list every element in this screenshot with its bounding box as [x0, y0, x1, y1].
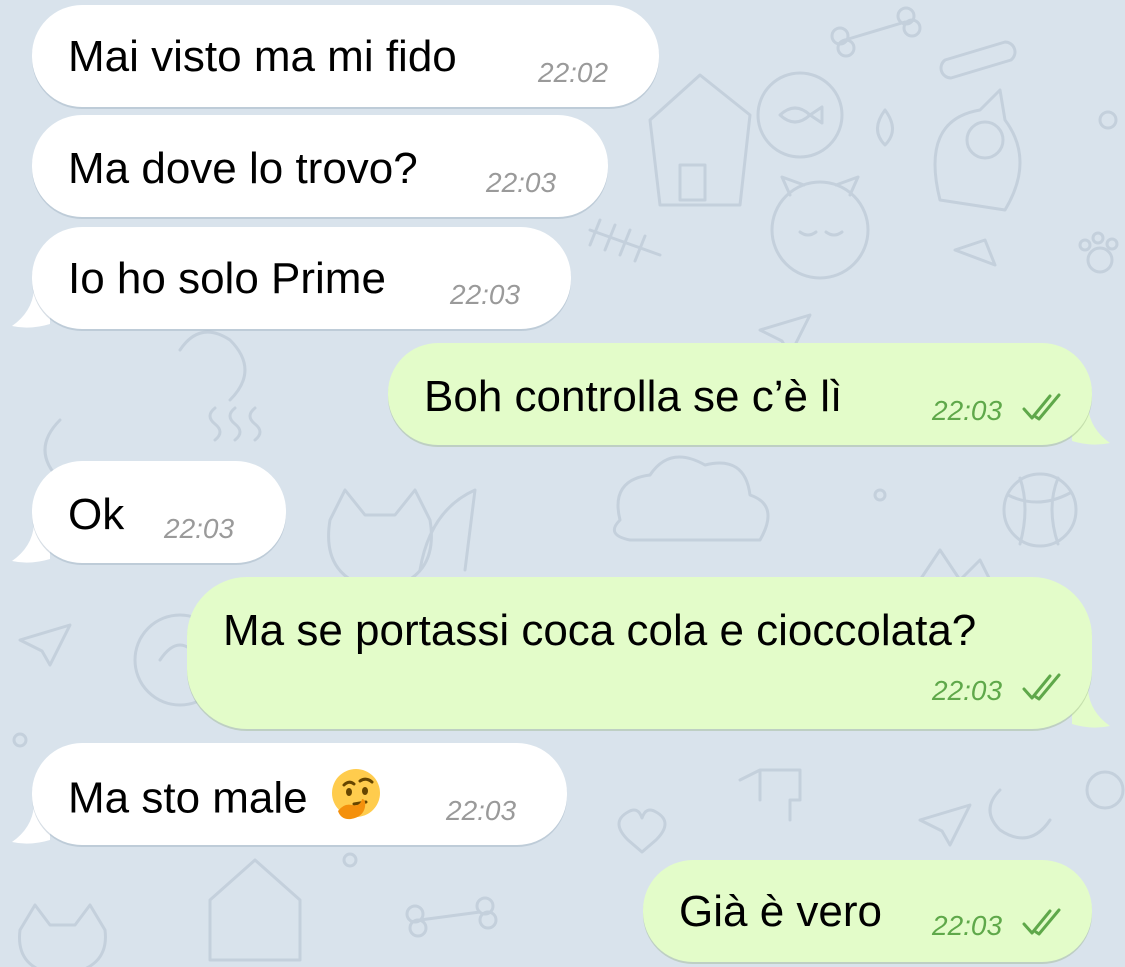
message-bubble-outgoing[interactable]: Ma se portassi coca cola e cioccolata? 2…	[187, 577, 1092, 729]
message-time: 22:03	[932, 395, 1003, 426]
message-time: 22:03	[932, 675, 1003, 706]
message-bubble-incoming[interactable]: Ma sto male 22:03	[32, 743, 567, 845]
message-time: 22:03	[450, 279, 521, 310]
message-text: Ma se portassi coca cola e cioccolata?	[223, 606, 977, 655]
message-time: 22:03	[446, 795, 517, 826]
thinking-face-emoji	[331, 769, 380, 820]
message-bubble-incoming[interactable]: Ok 22:03	[32, 461, 286, 563]
message-text-content: Ma sto male	[68, 773, 308, 823]
message-bubble-outgoing[interactable]: Boh controlla se c’è lì 22:03	[388, 343, 1092, 445]
message-text: Mai visto ma mi fido	[68, 32, 457, 81]
message-time: 22:03	[486, 167, 557, 198]
message-bubble-incoming[interactable]: Io ho solo Prime 22:03	[32, 227, 571, 329]
message-time: 22:02	[538, 57, 609, 88]
read-double-check-icon	[1022, 908, 1061, 936]
message-text: Ok	[68, 490, 125, 539]
message-text: Ma dove lo trovo?	[68, 144, 418, 193]
read-double-check-icon	[1022, 673, 1061, 701]
message-time: 22:03	[932, 910, 1003, 941]
message-text: Boh controlla se c’è lì	[424, 372, 843, 421]
message-bubble-incoming[interactable]: Ma dove lo trovo? 22:03	[32, 115, 608, 217]
message-text: Io ho solo Prime	[68, 254, 386, 303]
read-double-check-icon	[1022, 393, 1061, 421]
message-text: Già è vero	[679, 887, 882, 936]
message-bubble-incoming[interactable]: Mai visto ma mi fido 22:02	[32, 5, 659, 107]
message-text: Ma sto male	[68, 769, 384, 829]
message-bubble-outgoing[interactable]: Già è vero 22:03	[643, 860, 1092, 962]
message-time: 22:03	[164, 513, 235, 544]
